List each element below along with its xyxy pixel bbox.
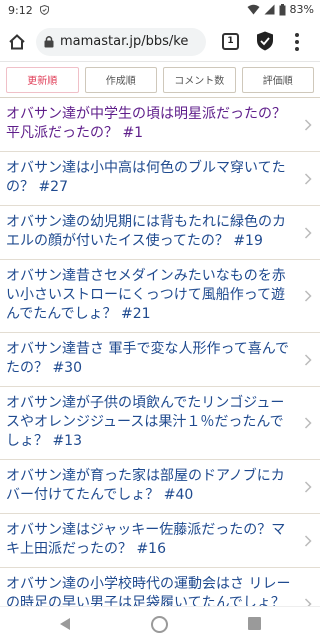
thread-item[interactable]: オバサン達の幼児期には背もたれに緑色のカエルの顔が付いたイス使ってたの？ #19	[0, 206, 320, 260]
sort-tab-rating[interactable]: 評価順	[241, 66, 314, 93]
lock-icon	[44, 36, 54, 48]
status-right: 83%	[247, 3, 314, 16]
chevron-right-icon	[304, 598, 312, 606]
status-bar: 9:12 83%	[0, 0, 320, 22]
system-nav-bar	[0, 606, 320, 640]
address-bar[interactable]: mamastar.jp/bbs/ke	[36, 28, 206, 56]
battery-level: 83%	[289, 3, 314, 16]
thread-item[interactable]: オバサン達の小学校時代の運動会はさ リレーの時足の早い男子は足袋履いてたんでしょ…	[0, 568, 320, 606]
chevron-right-icon	[304, 226, 312, 239]
thread-title: オバサン達は小中高は何色のブルマ穿いてたの？ #27	[6, 160, 286, 195]
thread-item[interactable]: オバサン達が育った家は部屋のドアノブにカバー付けてたんでしょ？ #40	[0, 460, 320, 514]
thread-title: オバサン達はジャッキー佐藤派だったの？マキ上田派だったの？ #16	[6, 522, 286, 557]
chevron-right-icon	[304, 417, 312, 429]
back-triangle-icon[interactable]	[58, 617, 72, 631]
sort-tab-comments[interactable]: コメント数	[163, 66, 236, 93]
thread-item[interactable]: オバサン達が子供の頃飲んでたリンゴジュースやオレンジジュースは果汁１％だったんで…	[0, 387, 320, 460]
signal-icon	[264, 4, 275, 15]
address-url: mamastar.jp/bbs/ke	[60, 34, 189, 49]
thread-title: オバサン達の小学校時代の運動会はさ リレーの時足の早い男子は足袋履いてたんでしょ…	[6, 576, 291, 606]
recent-apps-icon[interactable]	[248, 617, 261, 630]
thread-item[interactable]: オバサン達はジャッキー佐藤派だったの？マキ上田派だったの？ #16	[0, 514, 320, 568]
tab-switcher-button[interactable]: 1	[222, 33, 239, 50]
thread-title: オバサン達昔さ 軍手で変な人形作って喜んでたの？ #30	[6, 341, 290, 376]
sort-tabs: 更新順 作成順 コメント数 評価順	[0, 62, 320, 98]
thread-item[interactable]: オバサン達が中学生の頃は明星派だったの？平凡派だったの？ #1	[0, 98, 320, 152]
sort-tab-created[interactable]: 作成順	[84, 66, 157, 93]
chevron-right-icon	[304, 353, 312, 366]
thread-item[interactable]: オバサン達昔さセメダインみたいなものを赤い小さいストローにくっつけて風船作って遊…	[0, 260, 320, 333]
home-circle-icon[interactable]	[151, 616, 168, 633]
shield-extension-icon[interactable]	[256, 31, 274, 51]
thread-item[interactable]: オバサン達昔さ 軍手で変な人形作って喜んでたの？ #30	[0, 333, 320, 387]
browser-toolbar: mamastar.jp/bbs/ke 1	[0, 22, 320, 62]
shield-notification-icon	[40, 5, 49, 15]
thread-list: オバサン達が中学生の頃は明星派だったの？平凡派だったの？ #1 オバサン達は小中…	[0, 98, 320, 606]
wifi-icon	[247, 4, 260, 15]
home-icon[interactable]	[8, 33, 26, 51]
chevron-right-icon	[304, 118, 312, 131]
thread-title: オバサン達が子供の頃飲んでたリンゴジュースやオレンジジュースは果汁１％だったんで…	[6, 395, 285, 449]
status-time: 9:12	[8, 4, 33, 17]
thread-title: オバサン達が育った家は部屋のドアノブにカバー付けてたんでしょ？ #40	[6, 468, 285, 503]
battery-icon	[279, 3, 286, 15]
chevron-right-icon	[304, 290, 312, 302]
chevron-right-icon	[304, 172, 312, 185]
chevron-right-icon	[304, 480, 312, 493]
more-menu-icon[interactable]	[292, 32, 302, 52]
sort-tab-updated[interactable]: 更新順	[6, 66, 79, 93]
thread-title: オバサン達の幼児期には背もたれに緑色のカエルの顔が付いたイス使ってたの？ #19	[6, 214, 286, 249]
thread-title: オバサン達が中学生の頃は明星派だったの？平凡派だったの？ #1	[6, 106, 286, 141]
thread-item[interactable]: オバサン達は小中高は何色のブルマ穿いてたの？ #27	[0, 152, 320, 206]
chevron-right-icon	[304, 534, 312, 547]
thread-title: オバサン達昔さセメダインみたいなものを赤い小さいストローにくっつけて風船作って遊…	[6, 268, 286, 322]
